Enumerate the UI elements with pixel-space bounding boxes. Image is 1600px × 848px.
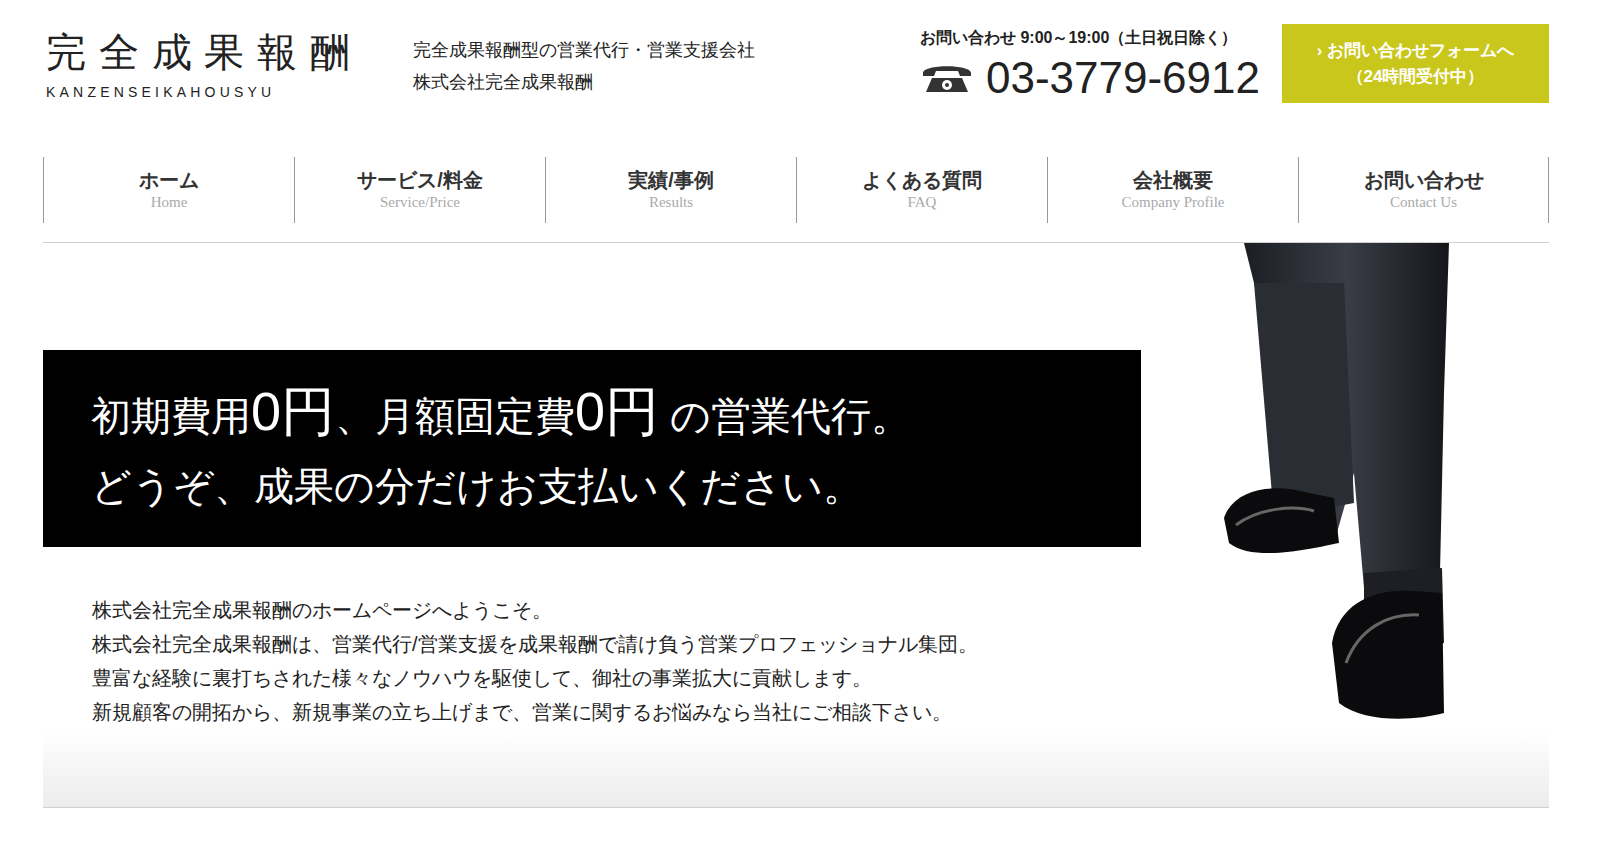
nav-item[interactable]: ホームHome (43, 157, 294, 223)
businessman-legs-photo (1214, 243, 1454, 723)
nav-label[interactable]: 会社概要 (1133, 167, 1213, 193)
contact-form-button[interactable]: › お問い合わせフォームへ （24時間受付中） (1282, 24, 1549, 103)
contact-hours: お問い合わせ 9:00～19:00（土日祝日除く） (920, 26, 1260, 50)
tagline-line: 株式会社完全成果報酬 (413, 66, 755, 98)
headline-part: 初期費用 (91, 394, 251, 438)
main-nav: ホームHomeサービス/料金Service/Price実績/事例Resultsよ… (43, 157, 1549, 223)
intro-line: 新規顧客の開拓から、新規事業の立ち上げまで、営業に関するお悩みなら当社にご相談下… (92, 695, 1141, 729)
tagline-line: 完全成果報酬型の営業代行・営業支援会社 (413, 34, 755, 66)
site-header: 完全成果報酬 KANZENSEIKAHOUSYU 完全成果報酬型の営業代行・営業… (43, 0, 1549, 157)
hero-line: 初期費用0円、月額固定費0円 の営業代行。 (91, 376, 1093, 451)
telephone-icon (920, 61, 974, 95)
arrow-icon: › (1317, 41, 1323, 60)
nav-item[interactable]: 実績/事例Results (545, 157, 796, 223)
logo-roman[interactable]: KANZENSEIKAHOUSYU (46, 82, 383, 103)
intro-line: 豊富な経験に裏打ちされた様々なノウハウを駆使して、御社の事業拡大に貢献します。 (92, 661, 1141, 695)
intro-line: 株式会社完全成果報酬のホームページへようこそ。 (92, 593, 1141, 627)
nav-sublabel[interactable]: Company Profile (1122, 193, 1225, 213)
hero-banner: 初期費用0円、月額固定費0円 の営業代行。 どうぞ、成果の分だけお支払いください… (43, 350, 1141, 547)
contact-info: お問い合わせ 9:00～19:00（土日祝日除く） 03-3779-6912 (920, 24, 1260, 102)
hero: 初期費用0円、月額固定費0円 の営業代行。 どうぞ、成果の分だけお支払いください… (43, 243, 1549, 730)
nav-sublabel[interactable]: Results (649, 193, 693, 213)
phone-number[interactable]: 03-3779-6912 (986, 54, 1260, 102)
nav-sublabel[interactable]: Contact Us (1390, 193, 1457, 213)
nav-label[interactable]: ホーム (139, 167, 199, 193)
tagline: 完全成果報酬型の営業代行・営業支援会社 株式会社完全成果報酬 (413, 24, 755, 98)
section-divider (43, 730, 1549, 808)
nav-item[interactable]: 会社概要Company Profile (1047, 157, 1298, 223)
headline-part: の営業代行。 (659, 394, 911, 438)
nav-sublabel[interactable]: Service/Price (380, 193, 460, 213)
nav-sublabel[interactable]: FAQ (908, 193, 937, 213)
headline-part: 、月額固定費 (335, 394, 575, 438)
nav-item[interactable]: お問い合わせContact Us (1298, 157, 1549, 223)
nav-label[interactable]: サービス/料金 (357, 167, 483, 193)
logo[interactable]: 完全成果報酬 KANZENSEIKAHOUSYU (43, 24, 383, 103)
nav-sublabel[interactable]: Home (151, 193, 188, 213)
button-note: （24時間受付中） (1347, 64, 1485, 90)
headline-part: 0円 (251, 381, 335, 441)
nav-label[interactable]: よくある質問 (862, 167, 982, 193)
nav-item[interactable]: よくある質問FAQ (796, 157, 1047, 223)
hero-line: どうぞ、成果の分だけお支払いください。 (91, 451, 1093, 521)
nav-label[interactable]: 実績/事例 (628, 167, 714, 193)
nav-item[interactable]: サービス/料金Service/Price (294, 157, 545, 223)
nav-label[interactable]: お問い合わせ (1364, 167, 1484, 193)
logo-text[interactable]: 完全成果報酬 (46, 30, 383, 74)
intro-text: 株式会社完全成果報酬のホームページへようこそ。株式会社完全成果報酬は、営業代行/… (43, 593, 1141, 729)
button-label: お問い合わせフォームへ (1327, 41, 1514, 60)
nav-divider (43, 242, 1549, 243)
intro-line: 株式会社完全成果報酬は、営業代行/営業支援を成果報酬で請け負う営業プロフェッショ… (92, 627, 1141, 661)
headline-part: 0円 (575, 381, 659, 441)
